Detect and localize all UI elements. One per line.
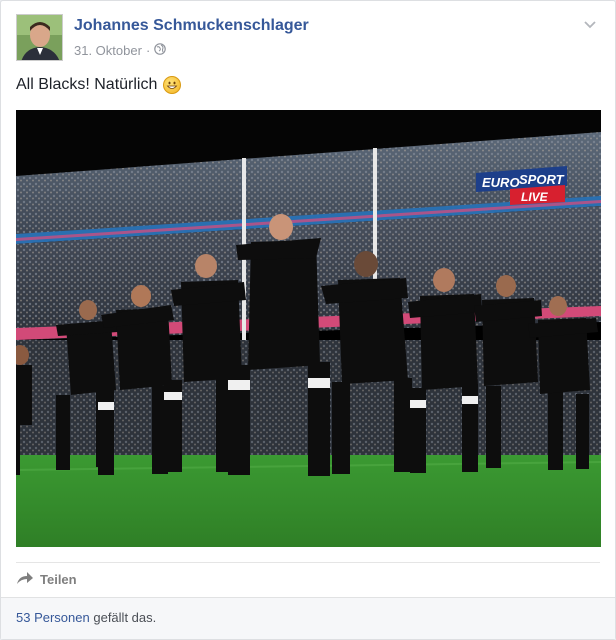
svg-text:EURO: EURO <box>482 175 520 190</box>
post-date[interactable]: 31. Oktober <box>74 43 142 58</box>
divider <box>16 562 600 563</box>
post-options-chevron-icon[interactable] <box>580 14 600 34</box>
svg-text:SPORT: SPORT <box>519 172 565 187</box>
post-card: Johannes Schmuckenschlager 31. Oktober ·… <box>0 0 616 640</box>
likes-count-link[interactable]: 53 Personen <box>16 610 90 625</box>
globe-icon[interactable] <box>154 43 167 58</box>
grinning-face-emoji-icon <box>163 76 182 94</box>
likes-suffix: gefällt das. <box>93 610 157 625</box>
share-button[interactable]: Teilen <box>16 571 77 588</box>
post-video[interactable]: EURO SPORT LIVE <box>16 110 601 547</box>
likes-summary: 53 Personen gefällt das. <box>1 597 615 639</box>
post-text-content: All Blacks! Natürlich <box>16 76 158 93</box>
avatar-image <box>17 15 62 60</box>
post-text: All Blacks! Natürlich <box>16 76 182 94</box>
author-name[interactable]: Johannes Schmuckenschlager <box>74 17 309 35</box>
post-header: Johannes Schmuckenschlager 31. Oktober · <box>16 14 600 64</box>
share-label: Teilen <box>40 572 77 587</box>
meta-separator: · <box>145 43 151 58</box>
share-arrow-icon <box>16 571 34 588</box>
post-meta: 31. Oktober · <box>74 43 167 58</box>
svg-text:LIVE: LIVE <box>521 190 549 204</box>
author-avatar[interactable] <box>16 14 63 61</box>
video-frame: EURO SPORT LIVE <box>16 110 601 547</box>
